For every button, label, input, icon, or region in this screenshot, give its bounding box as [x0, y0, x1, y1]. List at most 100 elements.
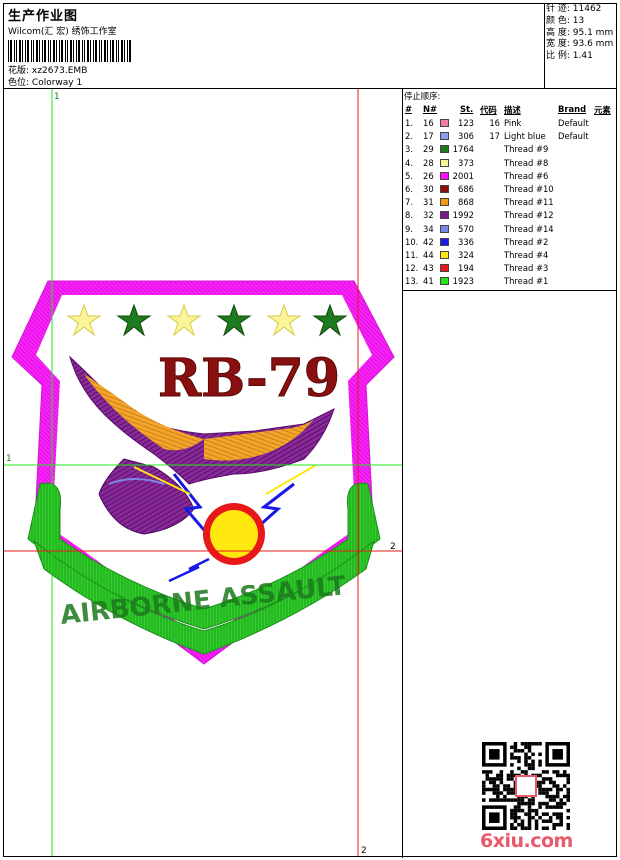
barcode-icon — [8, 40, 131, 62]
thread-index: 1. — [405, 118, 413, 128]
thread-code: 16 — [489, 118, 500, 128]
thread-brand: Default — [558, 131, 589, 142]
thread-needle: 31 — [423, 197, 434, 208]
thread-color-swatch — [440, 145, 449, 154]
thread-needle: 29 — [423, 144, 434, 155]
thread-color-swatch — [440, 251, 449, 259]
thread-stitches: 336 — [458, 236, 474, 247]
thread-color-swatch — [440, 224, 449, 233]
thread-stitches: 868 — [458, 197, 474, 208]
thread-desc: Light blue — [504, 131, 546, 142]
thread-row: 7. 31 868 Thread #11 — [404, 197, 616, 210]
thread-desc: Thread #8 — [504, 157, 549, 168]
thread-color-swatch — [440, 237, 449, 246]
panel-divider — [402, 88, 403, 858]
thread-index: 7. — [405, 197, 413, 208]
thread-row: 3. 29 1764 Thread #9 — [404, 144, 616, 157]
col-header-element: 元素 — [594, 105, 611, 115]
thread-row: 13. 41 1923 Thread #1 — [404, 276, 616, 289]
thread-brand: Default — [558, 118, 589, 128]
col-header-stitches: St. — [460, 104, 474, 114]
thread-stitches: 570 — [458, 223, 474, 234]
thread-needle: 32 — [423, 210, 434, 221]
thread-needle: 42 — [423, 236, 434, 247]
thread-row: 1. 16 123 16 Pink Default — [404, 118, 616, 131]
thread-stitches: 306 — [458, 131, 474, 142]
thread-stitches: 1764 — [452, 144, 474, 155]
thread-panel-divider — [402, 290, 616, 291]
watermark-logo: 6xiu.com — [480, 830, 573, 852]
colorway-name: Colorway 1 — [31, 78, 83, 88]
embroidery-design: RB-79 AIRBORNE ASSAULT 1 1 2 2 — [4, 89, 402, 856]
thread-color-swatch — [440, 264, 449, 273]
colorway-label: 色位: — [8, 78, 30, 88]
thread-index: 3. — [405, 144, 413, 155]
thread-row: 11. 44 324 Thread #4 — [404, 250, 616, 263]
thread-needle: 44 — [423, 250, 434, 260]
thread-needle: 28 — [423, 157, 434, 168]
col-header-brand: Brand — [558, 104, 587, 114]
col-header-index: # — [405, 104, 413, 114]
thread-index: 13. — [405, 276, 419, 287]
thread-index: 9. — [405, 223, 413, 234]
thread-desc: Thread #14 — [504, 223, 554, 234]
thread-stitches: 1923 — [452, 276, 474, 287]
thread-index: 4. — [405, 157, 413, 168]
design-preview: RB-79 AIRBORNE ASSAULT 1 1 2 2 — [4, 89, 402, 856]
thread-row: 6. 30 686 Thread #10 — [404, 184, 616, 197]
thread-desc: Thread #3 — [504, 263, 549, 274]
stat-width: 宽 度: 93.6 mm — [546, 39, 614, 50]
thread-needle: 16 — [423, 118, 434, 128]
stat-scale: 比 例: 1.41 — [546, 51, 593, 62]
thread-needle: 43 — [423, 263, 434, 274]
thread-desc: Thread #2 — [504, 236, 549, 247]
thread-stitches: 194 — [458, 263, 474, 274]
guide-label-top-1: 1 — [54, 92, 60, 102]
thread-color-swatch — [440, 158, 449, 167]
thread-desc: Pink — [504, 118, 522, 128]
thread-desc: Thread #11 — [504, 197, 554, 208]
thread-desc: Thread #6 — [504, 170, 549, 181]
studio-name: Wilcom(汇 宏) 绣饰工作室 — [8, 27, 117, 37]
thread-index: 8. — [405, 210, 413, 221]
thread-desc: Thread #12 — [504, 210, 554, 221]
thread-stitches: 373 — [458, 157, 474, 168]
guide-label-right-2: 2 — [390, 542, 396, 552]
design-stats: 针 迹: 11462 颜 色: 13 高 度: 95.1 mm 宽 度: 93.… — [546, 4, 616, 63]
thread-color-swatch — [440, 132, 449, 141]
thread-stitches: 686 — [458, 184, 474, 194]
thread-stitches: 123 — [458, 118, 474, 128]
thread-needle: 17 — [423, 131, 434, 142]
thread-color-swatch — [440, 119, 449, 127]
thread-color-swatch — [440, 171, 449, 180]
thread-row: 2. 17 306 17 Light blue Default — [404, 131, 616, 144]
thread-desc: Thread #9 — [504, 144, 549, 155]
thread-row: 4. 28 373 Thread #8 — [404, 158, 616, 171]
qr-code-icon — [482, 742, 570, 830]
thread-index: 11. — [405, 250, 419, 260]
page-title: 生产作业图 — [8, 9, 79, 24]
thread-stitches: 2001 — [452, 170, 474, 181]
thread-color-swatch — [440, 185, 449, 193]
thread-row: 5. 26 2001 Thread #6 — [404, 171, 616, 184]
design-title-text: RB-79 — [158, 348, 340, 409]
stat-colors: 颜 色: 13 — [546, 15, 585, 26]
production-sheet: 生产作业图 Wilcom(汇 宏) 绣饰工作室 花版: xz2673.EMB 色… — [3, 3, 617, 858]
stat-height: 高 度: 95.1 mm — [546, 27, 614, 38]
thread-row: 8. 32 1992 Thread #12 — [404, 210, 616, 223]
stat-stitches: 针 迹: 11462 — [546, 4, 602, 14]
thread-index: 10. — [405, 236, 419, 247]
thread-index: 5. — [405, 170, 413, 181]
thread-row: 12. 43 194 Thread #3 — [404, 263, 616, 276]
guide-label-bottom-2: 2 — [361, 846, 367, 856]
thread-color-swatch — [440, 198, 449, 207]
thread-desc: Thread #1 — [504, 276, 549, 287]
thread-needle: 26 — [423, 170, 434, 181]
header-panel: 生产作业图 Wilcom(汇 宏) 绣饰工作室 花版: xz2673.EMB 色… — [4, 4, 545, 88]
thread-index: 12. — [405, 263, 419, 274]
thread-needle: 34 — [423, 223, 434, 234]
col-header-needle: N# — [423, 104, 438, 114]
col-header-code: 代码 — [480, 105, 497, 115]
colorway-row: 色位: Colorway 1 — [8, 75, 82, 88]
thread-needle: 30 — [423, 184, 434, 194]
